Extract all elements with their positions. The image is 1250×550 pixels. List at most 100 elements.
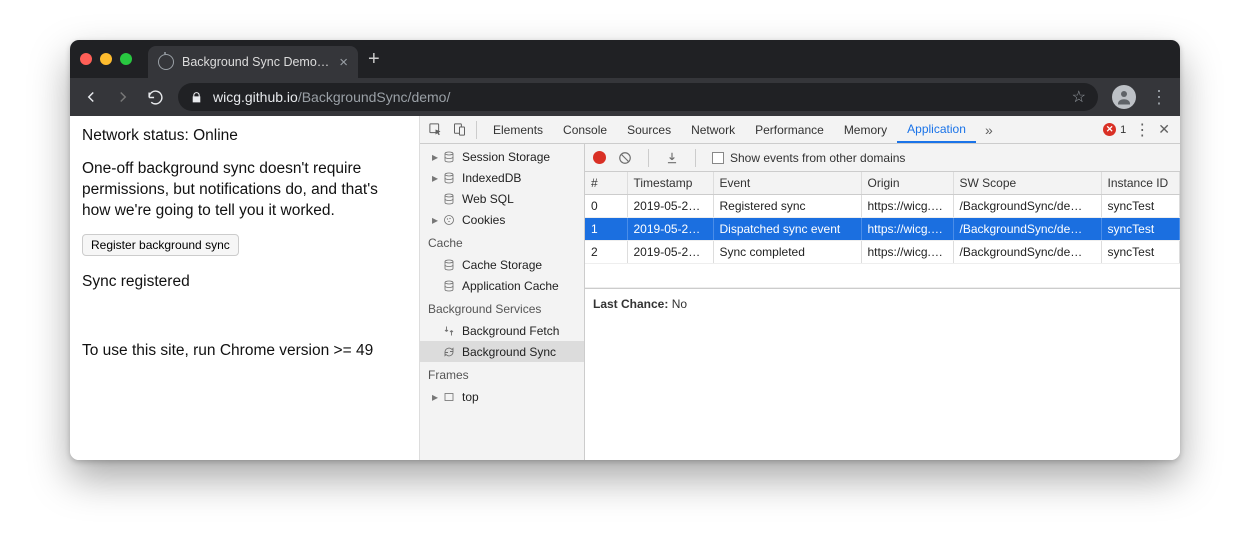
table-cell: /BackgroundSync/de…: [953, 195, 1101, 218]
bgservices-toolbar: Show events from other domains: [585, 144, 1180, 172]
devtools-tab-memory[interactable]: Memory: [834, 116, 897, 143]
table-cell: syncTest: [1101, 218, 1180, 241]
device-toolbar-icon[interactable]: [448, 119, 470, 141]
fetch-icon: [442, 325, 456, 337]
sidebar-item-label: Session Storage: [462, 150, 550, 164]
sidebar-item-cache-storage[interactable]: Cache Storage: [420, 254, 584, 275]
sidebar-item-label: Cache Storage: [462, 258, 542, 272]
download-icon[interactable]: [665, 151, 679, 165]
window-minimize-button[interactable]: [100, 53, 112, 65]
table-cell: 2019-05-2…: [627, 241, 713, 264]
forward-button[interactable]: [114, 88, 132, 106]
browser-toolbar: wicg.github.io/BackgroundSync/demo/ ☆ ⋮: [70, 78, 1180, 116]
application-sidebar: ▸ Session Storage ▸IndexedDB Web SQL ▸ Cookie…: [420, 144, 585, 460]
sidebar-group-bgservices: Background Services: [420, 296, 584, 320]
column-header[interactable]: #: [585, 172, 627, 195]
frame-icon: [442, 391, 456, 403]
url-path: /BackgroundSync/demo/: [298, 89, 451, 105]
record-button[interactable]: [593, 151, 606, 164]
sidebar-item-top[interactable]: ▸top: [420, 386, 584, 407]
back-button[interactable]: [82, 88, 100, 106]
sidebar-group-cache: Cache: [420, 230, 584, 254]
events-table: #TimestampEventOriginSW ScopeInstance ID…: [585, 172, 1180, 289]
sidebar-group-frames: Frames: [420, 362, 584, 386]
sync-icon: [442, 346, 456, 358]
globe-icon: [158, 54, 174, 70]
chevron-right-icon: ▸: [430, 150, 440, 164]
table-cell: Dispatched sync event: [713, 218, 861, 241]
show-other-domains-checkbox[interactable]: Show events from other domains: [712, 151, 905, 165]
sidebar-item-application-cache[interactable]: Application Cache: [420, 275, 584, 296]
clear-icon[interactable]: [618, 151, 632, 165]
sync-registered-msg: Sync registered: [82, 272, 407, 293]
address-bar[interactable]: wicg.github.io/BackgroundSync/demo/ ☆: [178, 83, 1098, 111]
column-header[interactable]: Event: [713, 172, 861, 195]
detail-label: Last Chance:: [593, 297, 668, 311]
sidebar-item-label: Web SQL: [462, 192, 514, 206]
table-row[interactable]: 02019-05-2…Registered synchttps://wicg.……: [585, 195, 1180, 218]
column-header[interactable]: Origin: [861, 172, 953, 195]
application-main: Show events from other domains #Timestam…: [585, 144, 1180, 460]
new-tab-button[interactable]: +: [368, 48, 380, 71]
table-cell: syncTest: [1101, 195, 1180, 218]
devtools-tabs: ElementsConsoleSourcesNetworkPerformance…: [420, 116, 1180, 144]
inspect-element-icon[interactable]: [424, 119, 446, 141]
detail-value: No: [672, 297, 687, 311]
sidebar-item-label: Background Sync: [462, 345, 556, 359]
error-count: 1: [1120, 124, 1126, 136]
window-controls: [80, 53, 132, 65]
table-cell: 2: [585, 241, 627, 264]
sidebar-item-web-sql[interactable]: Web SQL: [420, 188, 584, 209]
sidebar-item-label: Background Fetch: [462, 324, 559, 338]
browser-menu-button[interactable]: ⋮: [1150, 87, 1168, 108]
page-content: Network status: Online One-off backgroun…: [70, 116, 420, 460]
column-header[interactable]: Timestamp: [627, 172, 713, 195]
sidebar-item-cookies[interactable]: ▸ Cookies: [420, 209, 584, 230]
event-detail: Last Chance: No: [585, 289, 1180, 319]
devtools-tab-elements[interactable]: Elements: [483, 116, 553, 143]
browser-tab[interactable]: Background Sync Demonstration ×: [148, 46, 358, 78]
column-header[interactable]: Instance ID: [1101, 172, 1180, 195]
table-cell: 2019-05-2…: [627, 218, 713, 241]
chevron-right-icon: ▸: [430, 171, 440, 185]
devtools-tab-application[interactable]: Application: [897, 116, 976, 143]
table-cell: https://wicg.…: [861, 241, 953, 264]
close-icon[interactable]: ✕: [1158, 121, 1170, 138]
devtools-tab-sources[interactable]: Sources: [617, 116, 681, 143]
sidebar-item-indexeddb[interactable]: ▸IndexedDB: [420, 167, 584, 188]
sidebar-item-session-storage[interactable]: ▸ Session Storage: [420, 146, 584, 167]
table-cell: https://wicg.…: [861, 218, 953, 241]
column-header[interactable]: SW Scope: [953, 172, 1101, 195]
sidebar-item-label: Cookies: [462, 213, 505, 227]
sidebar-item-label: Application Cache: [462, 279, 559, 293]
page-footer-note: To use this site, run Chrome version >= …: [82, 341, 407, 362]
table-cell: 0: [585, 195, 627, 218]
more-tabs-icon[interactable]: »: [978, 119, 1000, 141]
devtools-tab-console[interactable]: Console: [553, 116, 617, 143]
table-cell: Registered sync: [713, 195, 861, 218]
close-icon[interactable]: ×: [339, 54, 348, 71]
profile-avatar[interactable]: [1112, 85, 1136, 109]
bookmark-star-icon[interactable]: ☆: [1072, 87, 1086, 107]
table-row[interactable]: 12019-05-2…Dispatched sync eventhttps://…: [585, 218, 1180, 241]
table-cell: Sync completed: [713, 241, 861, 264]
chevron-right-icon: ▸: [430, 213, 440, 227]
table-row[interactable]: 22019-05-2…Sync completedhttps://wicg.…/…: [585, 241, 1180, 264]
devtools-menu-button[interactable]: ⋮: [1134, 120, 1150, 140]
window-zoom-button[interactable]: [120, 53, 132, 65]
register-sync-button[interactable]: Register background sync: [82, 234, 239, 256]
checkbox-label: Show events from other domains: [730, 151, 905, 165]
devtools-tab-performance[interactable]: Performance: [745, 116, 834, 143]
window-close-button[interactable]: [80, 53, 92, 65]
db-icon: [442, 259, 456, 271]
tab-strip: Background Sync Demonstration × +: [70, 40, 1180, 78]
error-indicator[interactable]: ✕ 1: [1103, 123, 1126, 136]
table-cell: /BackgroundSync/de…: [953, 241, 1101, 264]
table-cell: 1: [585, 218, 627, 241]
devtools-tab-network[interactable]: Network: [681, 116, 745, 143]
sidebar-item-background-sync[interactable]: Background Sync: [420, 341, 584, 362]
reload-button[interactable]: [146, 88, 164, 106]
table-cell: syncTest: [1101, 241, 1180, 264]
db-icon: [442, 193, 456, 205]
sidebar-item-background-fetch[interactable]: Background Fetch: [420, 320, 584, 341]
